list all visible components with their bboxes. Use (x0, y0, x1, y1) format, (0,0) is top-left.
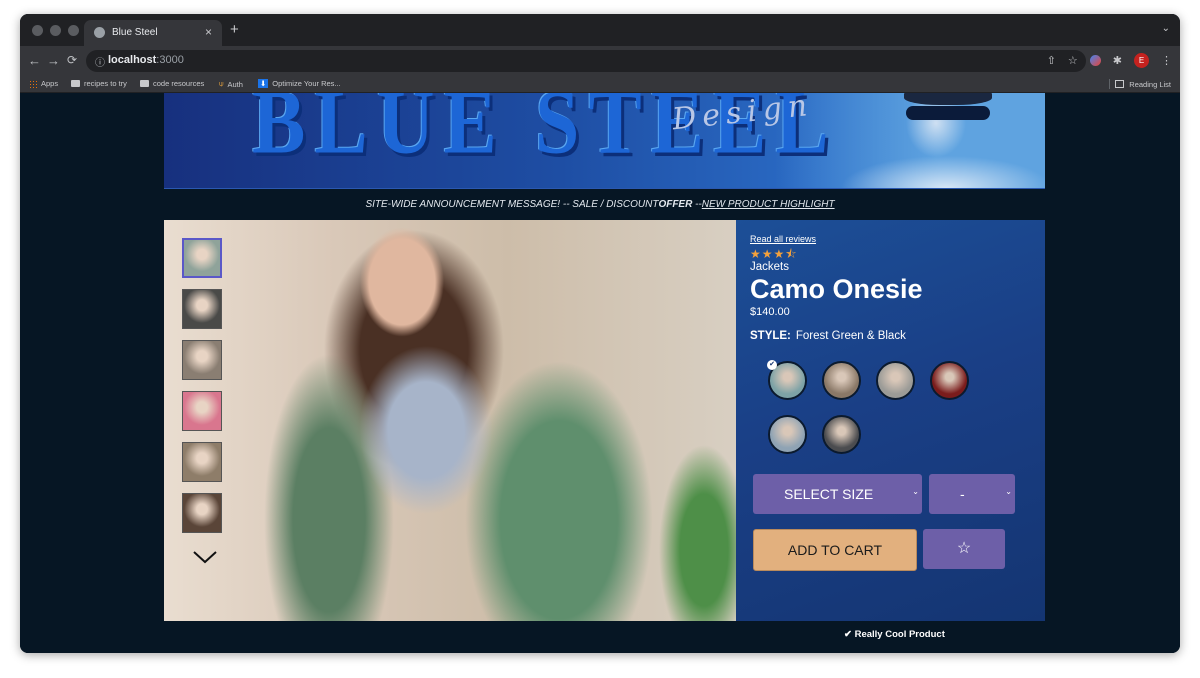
extension-icon[interactable] (1089, 55, 1101, 66)
browser-toolbar: ← → ⟳ ⓘ localhost:3000 ⇧ ☆ ✱ E ⋮ (20, 46, 1180, 76)
toolbar-icons: ⇧ ☆ ✱ E ⋮ (1047, 53, 1172, 68)
announcement-text: SITE-WIDE ANNOUNCEMENT MESSAGE! -- SALE … (365, 199, 659, 210)
tab-blue-steel[interactable]: Blue Steel × (84, 20, 222, 46)
extensions-puzzle-icon[interactable]: ✱ (1113, 54, 1122, 67)
share-icon[interactable]: ⇧ (1047, 54, 1056, 67)
window-controls (32, 25, 79, 36)
style-label: STYLE: (750, 330, 791, 342)
thumbnail-3[interactable] (182, 340, 222, 380)
chevron-down-icon[interactable] (192, 550, 218, 564)
zoom-window-button[interactable] (68, 25, 79, 36)
url-text: localhost:3000 (108, 54, 184, 66)
favorite-button[interactable]: ☆ (923, 529, 1005, 569)
new-tab-button[interactable]: + (230, 21, 239, 38)
product-category: Jackets (750, 261, 789, 273)
bookmark-apps[interactable]: Apps (29, 79, 58, 88)
browser-window: Blue Steel × + ⌄ ← → ⟳ ⓘ localhost:3000 … (20, 14, 1180, 653)
bookmark-recipes[interactable]: recipes to try (71, 79, 127, 88)
apps-icon (29, 79, 37, 88)
new-product-link[interactable]: NEW PRODUCT HIGHLIGHT (702, 199, 835, 210)
auth-icon: ⍦ (219, 79, 224, 88)
product-price: $140.00 (750, 306, 790, 318)
size-select[interactable]: SELECT SIZE ⌄ (753, 474, 922, 514)
reload-icon[interactable]: ⟳ (67, 53, 77, 67)
banner-model-sunglasses (906, 106, 990, 120)
read-reviews-link[interactable]: Read all reviews (750, 234, 816, 244)
product-gallery (164, 220, 736, 621)
thumbnail-1[interactable] (182, 238, 222, 278)
chevron-down-icon: ⌄ (1005, 487, 1012, 496)
thumbnail-2[interactable] (182, 289, 222, 329)
style-swatch-2[interactable] (822, 361, 861, 400)
style-value: Forest Green & Black (795, 330, 906, 342)
url-port: :3000 (156, 54, 184, 66)
hero-banner: BLUE STEEL Design (164, 93, 1045, 189)
star-outline-icon: ☆ (956, 540, 972, 557)
bookmark-code-resources[interactable]: code resources (140, 79, 204, 88)
bookmark-optimize[interactable]: ⬇ Optimize Your Res... (258, 79, 341, 88)
bookmark-auth[interactable]: ⍦ Auth (219, 79, 243, 89)
thumbnail-5[interactable] (182, 442, 222, 482)
quantity-select-value: - (960, 486, 965, 502)
folder-icon (140, 80, 149, 87)
thumbnail-list (182, 238, 226, 544)
style-swatch-6[interactable] (822, 415, 861, 454)
reading-list-icon (1115, 80, 1125, 88)
globe-icon (94, 27, 105, 38)
url-host: localhost (108, 54, 157, 66)
close-window-button[interactable] (32, 25, 43, 36)
bookmark-star-icon[interactable]: ☆ (1068, 54, 1078, 67)
product-name: Camo Onesie (750, 274, 923, 304)
chevron-down-icon: ⌄ (912, 487, 919, 496)
style-selector-label: STYLE: Forest Green & Black (750, 330, 906, 342)
add-to-cart-button[interactable]: ADD TO CART (753, 529, 917, 571)
page-content: BLUE STEEL Design SITE-WIDE ANNOUNCEMENT… (20, 93, 1180, 653)
checkmark-icon: ✔ (767, 360, 777, 370)
product-feature: ✔ Really Cool Product (844, 629, 945, 640)
style-swatch-5[interactable] (768, 415, 807, 454)
forward-arrow-icon[interactable]: → (47, 53, 60, 68)
style-swatch-1[interactable]: ✔ (767, 360, 807, 400)
announcement-separator: -- (692, 199, 702, 210)
tab-search-icon[interactable]: ⌄ (1162, 23, 1170, 34)
back-arrow-icon[interactable]: ← (28, 53, 41, 68)
product-details-panel: Read all reviews ★★★⯪ Jackets Camo Onesi… (736, 220, 1045, 621)
thumbnail-6[interactable] (182, 493, 222, 533)
banner-model-hair (904, 93, 992, 105)
main-product-image[interactable] (164, 220, 736, 621)
tab-strip: Blue Steel × + ⌄ (20, 14, 1180, 46)
address-bar[interactable]: ⓘ localhost:3000 (86, 50, 1086, 72)
close-tab-icon[interactable]: × (205, 25, 212, 39)
style-swatch-4[interactable] (930, 361, 969, 400)
reading-list[interactable]: Reading List (1109, 79, 1171, 89)
more-menu-icon[interactable]: ⋮ (1161, 54, 1172, 67)
thumbnail-4[interactable] (182, 391, 222, 431)
profile-avatar[interactable]: E (1134, 53, 1149, 68)
download-icon: ⬇ (258, 79, 269, 88)
tab-title: Blue Steel (112, 27, 158, 38)
size-select-value: SELECT SIZE (784, 486, 874, 502)
bookmarks-bar: Apps recipes to try code resources ⍦ Auth… (20, 76, 1180, 93)
announcement-bar: SITE-WIDE ANNOUNCEMENT MESSAGE! -- SALE … (20, 199, 1180, 210)
quantity-select[interactable]: - ⌄ (929, 474, 1015, 514)
divider (1109, 79, 1111, 89)
info-icon[interactable]: ⓘ (95, 54, 105, 69)
folder-icon (71, 80, 80, 87)
style-swatch-3[interactable] (876, 361, 915, 400)
announcement-offer: OFFER (658, 199, 693, 210)
minimize-window-button[interactable] (50, 25, 61, 36)
